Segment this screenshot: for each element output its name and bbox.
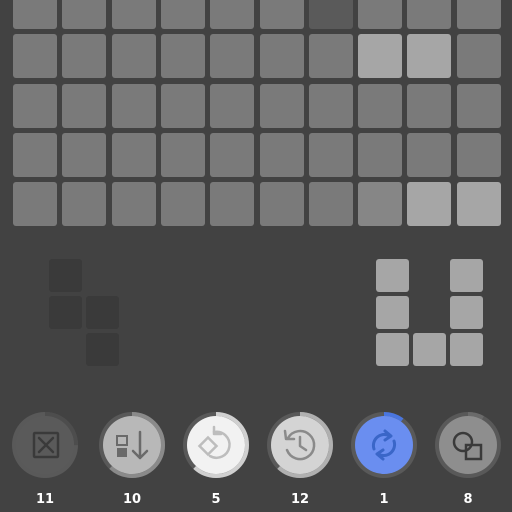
board-cell-r1-c4[interactable] [210,34,254,78]
u-piece-block [450,259,483,292]
board-cell-r2-c2[interactable] [112,84,156,128]
board-cell-r0-c7[interactable] [358,0,402,29]
board-cell-r1-c3[interactable] [161,34,205,78]
button-face [103,416,161,474]
rotate-button[interactable]: 5 [174,410,258,512]
t-piece-block [86,333,119,366]
t-piece[interactable] [49,259,121,367]
board-cell-r1-c7[interactable] [358,34,402,78]
board-cell-r4-c4[interactable] [210,182,254,226]
refresh-count: 1 [379,492,389,507]
board-cell-r3-c0[interactable] [13,133,57,177]
board-cell-r2-c4[interactable] [210,84,254,128]
board-cell-r2-c9[interactable] [457,84,501,128]
board-cell-r0-c3[interactable] [161,0,205,29]
board-cell-r0-c5[interactable] [260,0,304,29]
board-cell-r4-c0[interactable] [13,182,57,226]
swap-down-button[interactable]: 10 [90,410,174,512]
powerup-bar: 11 10 5 12 1 8 [0,410,512,512]
board-cell-r4-c1[interactable] [62,182,106,226]
shapes-count: 8 [463,492,473,507]
board-cell-r3-c8[interactable] [407,133,451,177]
clear-count: 11 [35,492,55,507]
u-piece-block [450,296,483,329]
board-cell-r2-c7[interactable] [358,84,402,128]
board-cell-r3-c2[interactable] [112,133,156,177]
t-piece-block [49,296,82,329]
t-piece-block [86,296,119,329]
rotate-piece-icon [183,412,249,478]
history-icon [267,412,333,478]
board-cell-r4-c3[interactable] [161,182,205,226]
board-cell-r4-c2[interactable] [112,182,156,226]
u-piece-block [413,333,446,366]
board-cell-r3-c4[interactable] [210,133,254,177]
board-cell-r4-c5[interactable] [260,182,304,226]
u-piece-block [376,296,409,329]
u-piece[interactable] [376,259,486,367]
board-cell-r3-c7[interactable] [358,133,402,177]
rotate-count: 5 [211,492,221,507]
board-cell-r1-c0[interactable] [13,34,57,78]
clear-x-icon [12,412,78,478]
refresh-button[interactable]: 1 [342,410,426,512]
board-cell-r3-c1[interactable] [62,133,106,177]
board-cell-r2-c8[interactable] [407,84,451,128]
board-cell-r0-c0[interactable] [13,0,57,29]
clear-button[interactable]: 11 [3,410,87,512]
undo-count: 12 [290,492,310,507]
board-cell-r0-c6[interactable] [309,0,353,29]
board-cell-r1-c1[interactable] [62,34,106,78]
board-cell-r4-c6[interactable] [309,182,353,226]
board-cell-r0-c8[interactable] [407,0,451,29]
board-cell-r0-c4[interactable] [210,0,254,29]
swap-down-icon [99,412,165,478]
board-cell-r2-c5[interactable] [260,84,304,128]
board-cell-r1-c8[interactable] [407,34,451,78]
board-cell-r2-c3[interactable] [161,84,205,128]
board-cell-r4-c7[interactable] [358,182,402,226]
board-cell-r4-c9[interactable] [457,182,501,226]
swap-down-count: 10 [122,492,142,507]
board-cell-r4-c8[interactable] [407,182,451,226]
board-cell-r1-c2[interactable] [112,34,156,78]
board-cell-r3-c9[interactable] [457,133,501,177]
button-face [355,416,413,474]
board-cell-r2-c1[interactable] [62,84,106,128]
shapes-icon [435,412,501,478]
board-cell-r3-c3[interactable] [161,133,205,177]
u-piece-block [450,333,483,366]
undo-button[interactable]: 12 [258,410,342,512]
u-piece-block [376,333,409,366]
refresh-icon [351,412,417,478]
board-cell-r0-c9[interactable] [457,0,501,29]
u-piece-block [376,259,409,292]
shapes-button[interactable]: 8 [426,410,510,512]
board-cell-r1-c5[interactable] [260,34,304,78]
board-cell-r3-c6[interactable] [309,133,353,177]
board-cell-r0-c1[interactable] [62,0,106,29]
board-cell-r1-c6[interactable] [309,34,353,78]
board-cell-r2-c0[interactable] [13,84,57,128]
board-cell-r0-c2[interactable] [112,0,156,29]
game-board[interactable] [0,0,512,240]
board-cell-r1-c9[interactable] [457,34,501,78]
t-piece-block [49,259,82,292]
board-cell-r2-c6[interactable] [309,84,353,128]
board-cell-r3-c5[interactable] [260,133,304,177]
